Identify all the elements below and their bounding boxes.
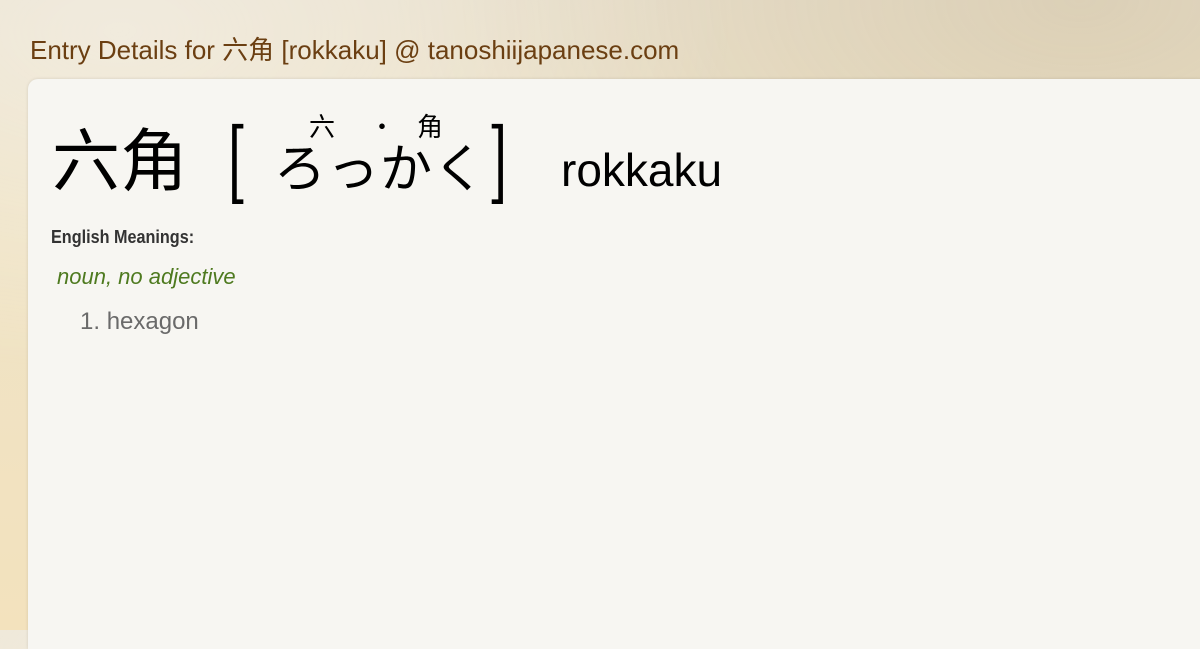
kana-reading: ろっかく xyxy=(274,140,487,200)
romaji-reading: rokkaku xyxy=(561,144,723,196)
definition-text: hexagon xyxy=(106,308,199,335)
page-title: Entry Details for 六角 [rokkaku] @ tanoshi… xyxy=(30,35,680,65)
english-meanings-heading: English Meanings: xyxy=(51,227,195,247)
definition-number: 1. xyxy=(80,308,101,335)
entry-card: 六角 [ 六 ・ 角 ろっかく ] rokkaku English Meanin… xyxy=(28,79,1200,649)
definition-list: 1. hexagon xyxy=(80,308,199,336)
reading-open-bracket: [ xyxy=(227,109,248,214)
reading-close-bracket: ] xyxy=(487,109,508,214)
kanji-headword: 六角 xyxy=(52,123,189,202)
part-of-speech: noun, no adjective xyxy=(57,264,236,289)
